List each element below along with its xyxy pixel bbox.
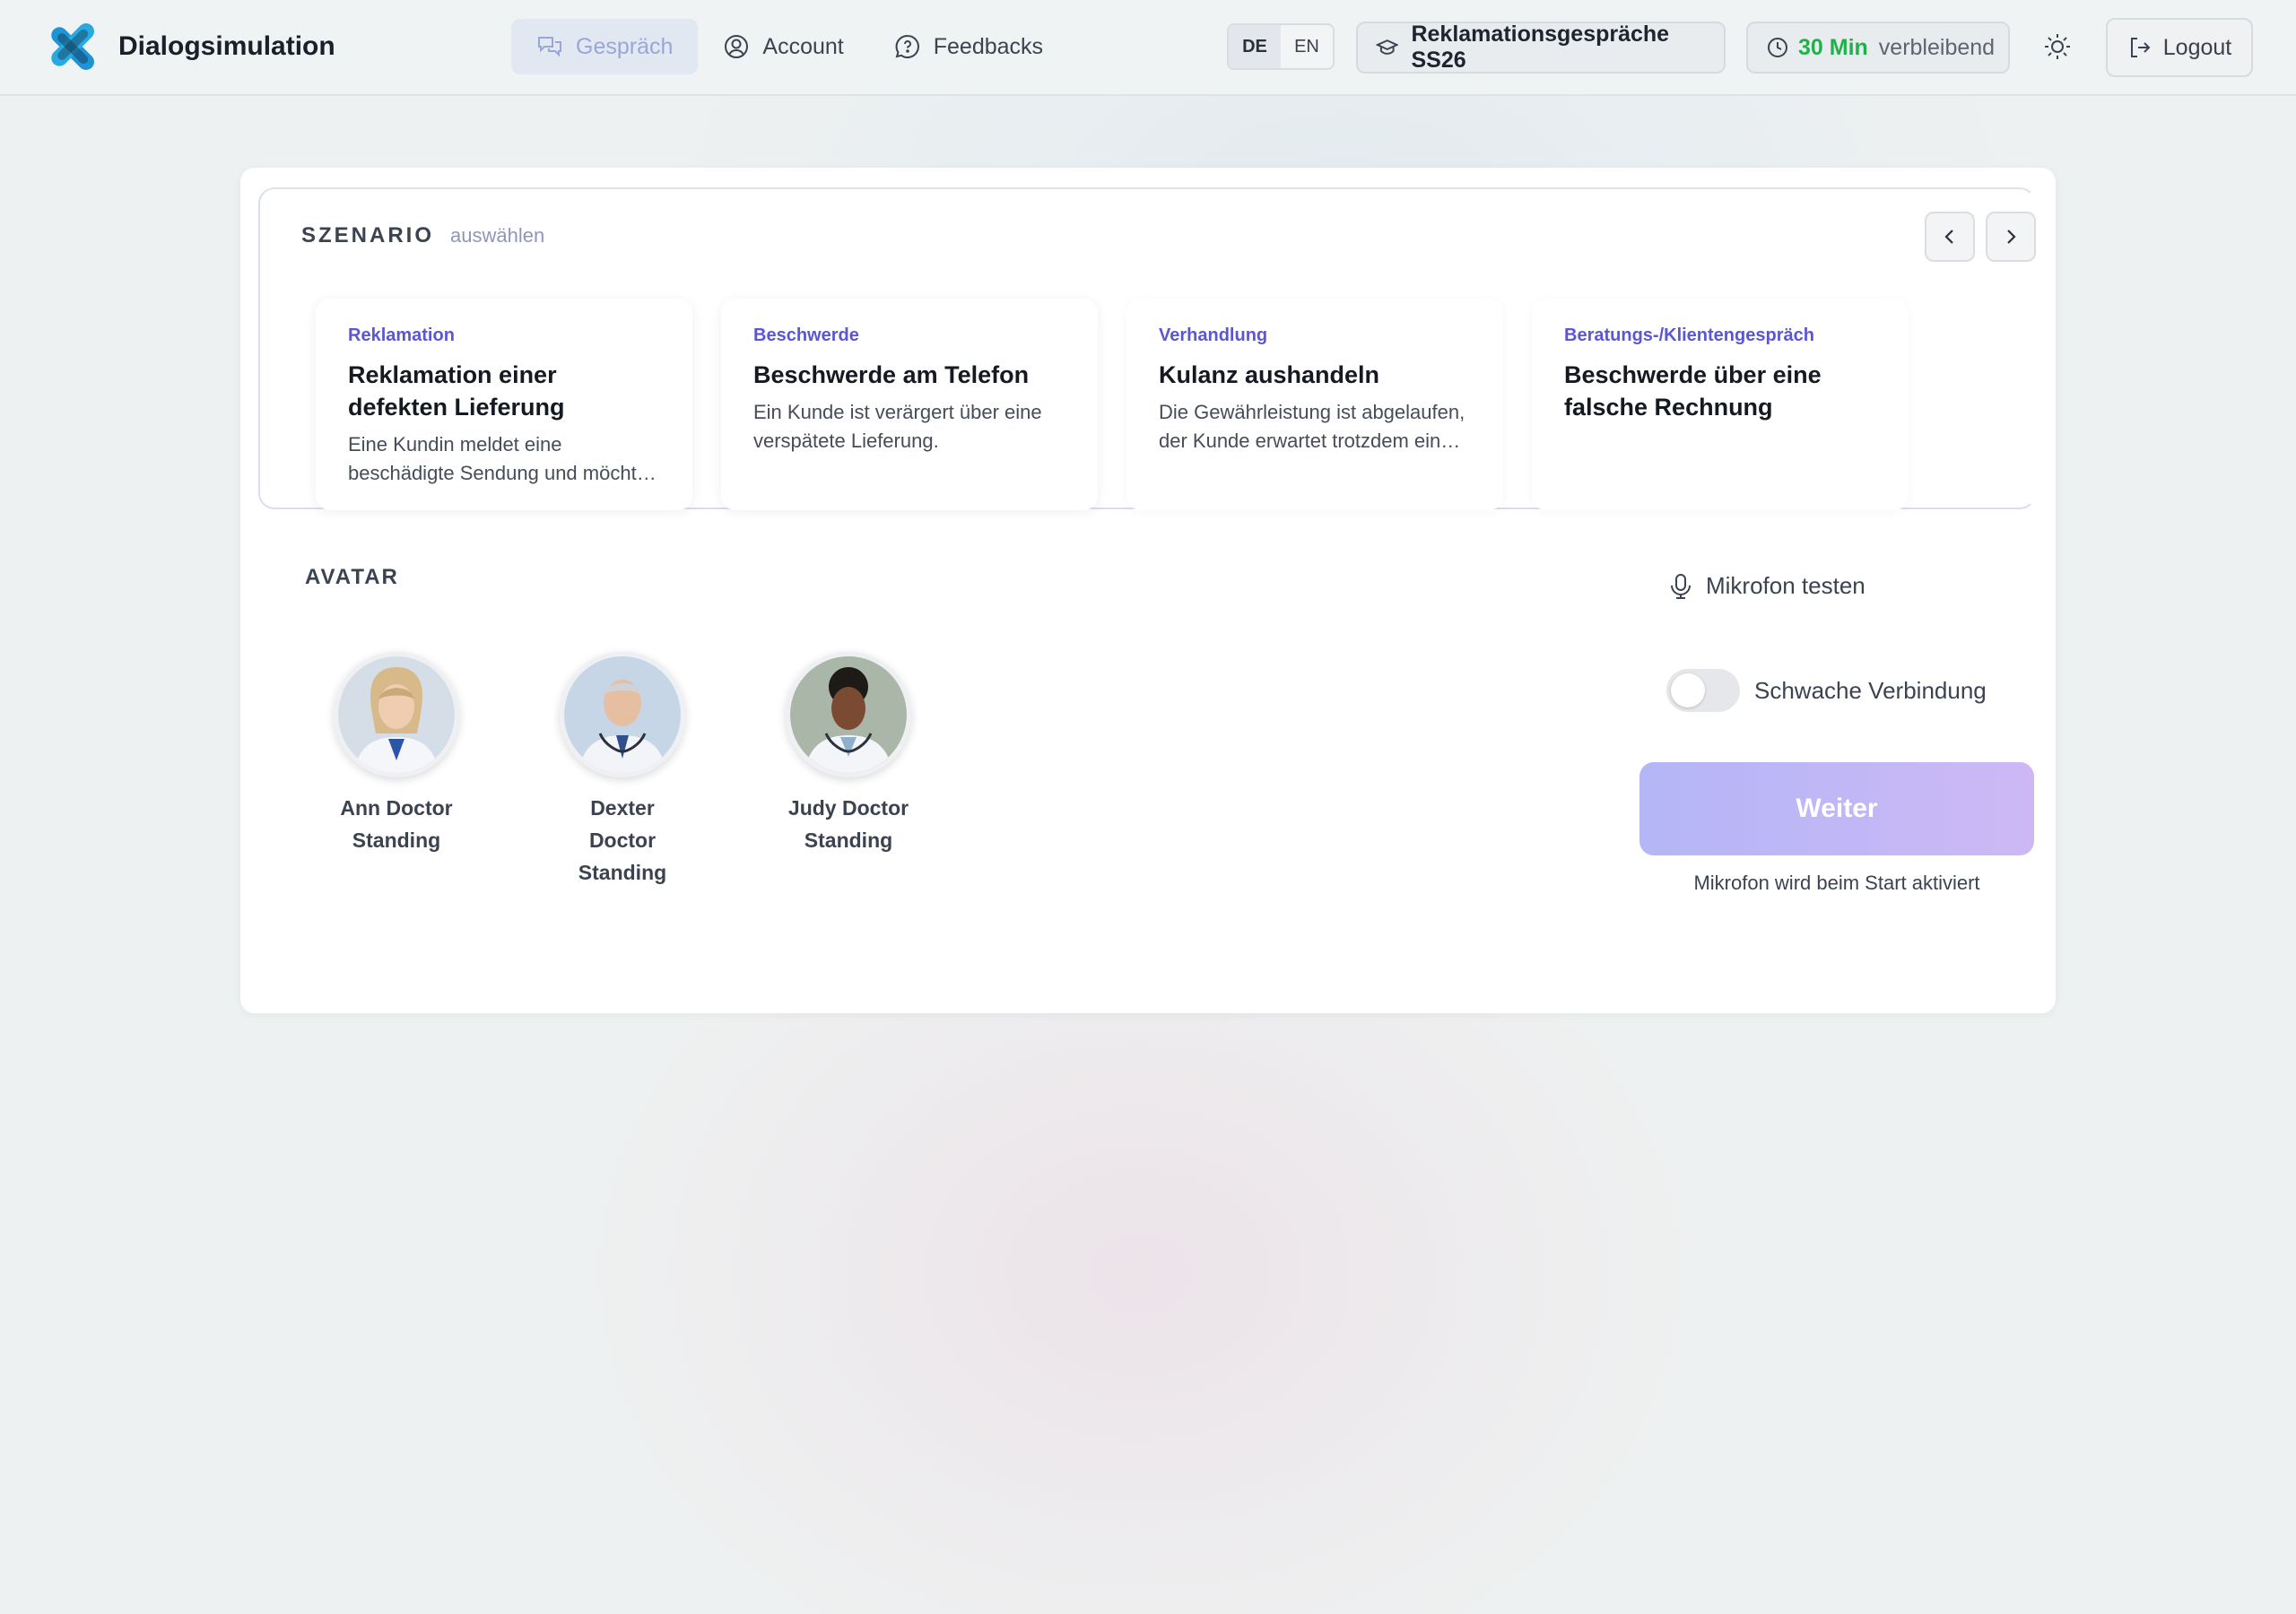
avatar-image <box>786 652 911 777</box>
avatar-section-title: AVATAR <box>305 565 399 589</box>
nav-item-feedbacks[interactable]: Feedbacks <box>869 19 1068 74</box>
time-value: 30 Min <box>1798 34 1868 60</box>
scenario-category: Beratungs-/Klientengespräch <box>1564 325 1814 345</box>
language-switch: DE EN <box>1227 23 1335 70</box>
scenario-name: Reklamation einer defekten Lieferung <box>348 361 565 421</box>
app-logo-icon <box>51 23 94 70</box>
logout-label: Logout <box>2162 34 2232 60</box>
weak-connection-label: Schwache Verbindung <box>1754 676 1987 704</box>
avatar-option[interactable]: Judy Doctor Standing <box>786 652 911 889</box>
scenario-prev-button[interactable] <box>1925 212 1975 262</box>
scenario-description: Ein Kunde ist verärgert über eine verspä… <box>753 401 1042 452</box>
scenario-subtitle: auswählen <box>450 224 545 247</box>
logout-button[interactable]: Logout <box>2106 18 2253 77</box>
time-suffix: verbleibend <box>1878 34 1996 60</box>
avatar-name: Ann Doctor Standing <box>334 792 459 856</box>
avatar-name: Dexter Doctor Standing <box>560 792 685 889</box>
scenario-description: Die Gewährleistung ist abgelaufen, der K… <box>1159 401 1465 452</box>
mic-test-button[interactable]: Mikrofon testen <box>1668 572 1866 600</box>
avatar-name-text: Ann Doctor Standing <box>340 796 453 852</box>
lang-de-button[interactable]: DE <box>1229 25 1281 68</box>
doctor-portrait-icon <box>790 656 907 773</box>
lang-en-button[interactable]: EN <box>1281 25 1333 68</box>
scenario-category: Verhandlung <box>1159 325 1268 345</box>
sun-icon[interactable] <box>2041 30 2074 63</box>
course-label: Reklamationsgespräche SS26 <box>1411 22 1670 73</box>
nav-item-account[interactable]: Account <box>698 19 868 74</box>
mic-test-label: Mikrofon testen <box>1706 572 1866 599</box>
chat-bubbles-icon <box>538 37 561 57</box>
scenario-header: SZENARIO auswählen <box>301 223 544 248</box>
scenario-description: Eine Kundin meldet eine beschädigte Send… <box>348 433 648 484</box>
scenario-card[interactable]: Beschwerde Beschwerde am Telefon Ein Kun… <box>721 299 1098 510</box>
top-bar: Dialogsimulation Gespräch Account Feedba… <box>0 0 2296 96</box>
app-title: Dialogsimulation <box>118 31 335 61</box>
nav-label: Account <box>762 33 844 59</box>
weak-connection-row: Schwache Verbindung <box>1666 669 1987 712</box>
scenario-title: SZENARIO <box>301 223 435 247</box>
avatar-list: Ann Doctor Standing Dexter Doctor Standi… <box>334 652 911 889</box>
nav-label: Feedbacks <box>933 33 1044 59</box>
scenario-name: Beschwerde am Telefon <box>753 361 1030 388</box>
avatar-option[interactable]: Ann Doctor Standing <box>334 652 459 889</box>
scenario-category: Beschwerde <box>753 325 859 345</box>
clock-icon <box>1768 38 1787 57</box>
main-nav: Gespräch Account Feedbacks <box>511 19 1068 74</box>
scenario-section: SZENARIO auswählen Reklamation Reklamati… <box>258 187 2036 510</box>
scenario-card[interactable]: Reklamation Reklamation einer defekten L… <box>316 299 692 510</box>
graduation-cap-icon <box>1376 39 1399 55</box>
nav-item-gespraech[interactable]: Gespräch <box>511 19 699 74</box>
avatar-image <box>334 652 459 777</box>
scenario-next-button[interactable] <box>1986 212 2036 262</box>
nav-label: Gespräch <box>576 33 674 59</box>
microphone-icon <box>1671 573 1691 599</box>
chevron-right-icon <box>2007 230 2016 244</box>
scenario-card[interactable]: Verhandlung Kulanz aushandeln Die Gewähr… <box>1126 299 1503 510</box>
scenario-card[interactable]: Beratungs-/Klientengespräch Beschwerde ü… <box>1532 299 1909 510</box>
avatar-name-text: Judy Doctor Standing <box>787 796 909 852</box>
user-circle-icon <box>725 35 749 58</box>
scenario-category: Reklamation <box>348 325 455 345</box>
chevron-left-icon <box>1944 230 1953 244</box>
continue-button[interactable]: Weiter <box>1639 762 2034 855</box>
avatar-name: Judy Doctor Standing <box>786 792 911 856</box>
chat-question-icon <box>895 34 919 58</box>
scenario-carousel: Reklamation Reklamation einer defekten L… <box>316 299 1909 510</box>
weak-connection-toggle[interactable] <box>1666 669 1740 712</box>
avatar-name-text: Dexter Doctor Standing <box>578 796 667 884</box>
scenario-name: Beschwerde über eine falsche Rechnung <box>1564 361 1822 421</box>
toggle-knob <box>1671 673 1705 707</box>
time-remaining: 30 Min verbleibend <box>1746 22 2010 74</box>
scenario-name: Kulanz aushandeln <box>1159 361 1380 388</box>
course-selector[interactable]: Reklamationsgespräche SS26 <box>1356 22 1726 74</box>
logout-icon <box>2130 38 2151 57</box>
brand[interactable]: Dialogsimulation <box>41 17 335 76</box>
avatar-option[interactable]: Dexter Doctor Standing <box>560 652 685 889</box>
doctor-portrait-icon <box>338 656 455 773</box>
mic-hint-text: Mikrofon wird beim Start aktiviert <box>1693 872 1980 894</box>
avatar-image <box>560 652 685 777</box>
doctor-portrait-icon <box>564 656 681 773</box>
